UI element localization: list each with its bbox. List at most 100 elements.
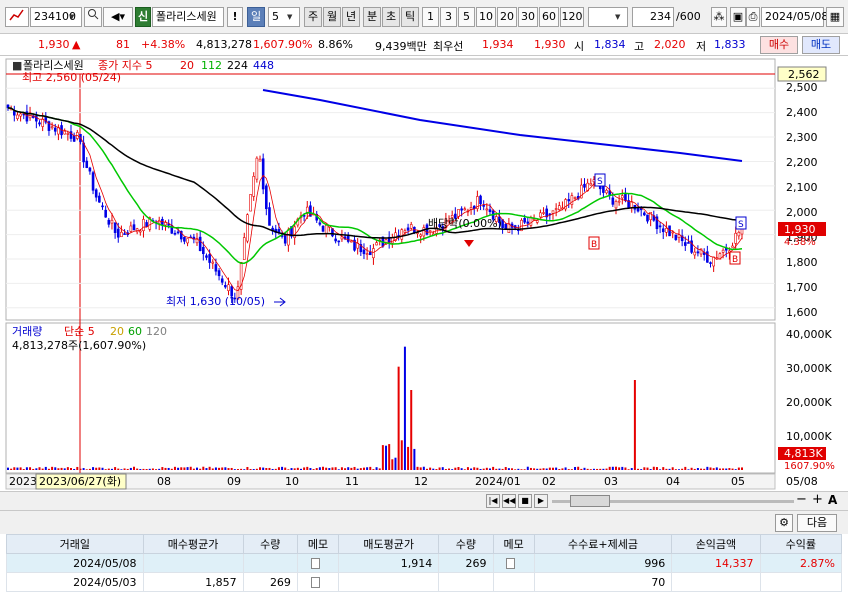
- sell-button[interactable]: 매도: [802, 36, 840, 54]
- tab-tick[interactable]: 틱: [401, 7, 419, 27]
- volume-bar: [196, 467, 199, 470]
- volume-bar: [432, 468, 435, 470]
- low-label: 저: [696, 40, 707, 53]
- gear-icon[interactable]: ⚙: [775, 514, 793, 532]
- chart-type-icon[interactable]: [5, 7, 29, 27]
- tab-weekly[interactable]: 주: [304, 7, 322, 27]
- col-header[interactable]: 수익률: [759, 534, 843, 554]
- zoom-out-icon[interactable]: −: [796, 492, 807, 507]
- first-icon[interactable]: |◀: [486, 494, 500, 508]
- price-change: 81: [116, 38, 130, 51]
- col-header[interactable]: 메모: [492, 534, 535, 554]
- cell-memo[interactable]: [296, 553, 340, 573]
- cell-memo[interactable]: [492, 553, 535, 573]
- vol-axis-label: 10,000K: [786, 430, 832, 443]
- volume-bar: [624, 467, 627, 470]
- calendar-icon[interactable]: ▦: [826, 7, 844, 27]
- interval-30[interactable]: 30: [518, 7, 538, 27]
- period-num-select[interactable]: 5 ▼: [268, 7, 300, 27]
- zoom-in-icon[interactable]: +: [812, 492, 823, 507]
- volume-bar: [564, 467, 567, 470]
- sound-icon[interactable]: ◀▾: [103, 7, 133, 27]
- date-input[interactable]: 2024/05/08: [761, 7, 828, 27]
- volume-bar: [403, 346, 406, 470]
- font-size-icon[interactable]: A: [828, 493, 837, 507]
- vol-ma20: 20: [110, 325, 124, 338]
- legend-toggle-icon[interactable]: ■: [12, 59, 22, 72]
- stock-name-field[interactable]: 폴라리스세원: [152, 7, 224, 27]
- candle-body: [617, 200, 621, 203]
- volume-bar: [142, 468, 145, 470]
- volume-bar: [536, 468, 539, 470]
- memo-icon[interactable]: [310, 558, 320, 569]
- interval-60[interactable]: 60: [539, 7, 559, 27]
- candle-body: [98, 195, 101, 203]
- volume-bar: [145, 469, 148, 470]
- print-icon[interactable]: ⎙: [746, 7, 760, 27]
- interval-1[interactable]: 1: [422, 7, 439, 27]
- axis-label: 1,800: [786, 256, 818, 269]
- rewind-icon[interactable]: ◀◀: [502, 494, 516, 508]
- memo-add-icon[interactable]: [506, 558, 516, 569]
- volume-bar: [82, 468, 85, 470]
- interval-20[interactable]: 20: [497, 7, 517, 27]
- chart-tools-icon[interactable]: ⁂: [711, 7, 727, 27]
- stock-chart[interactable]: ■ 폴라리스세원 종가 지수 5 20 112 224 448 최고 2,560…: [0, 57, 848, 493]
- table-row[interactable]: 2024/05/08 1,914 269 996 14,337 2.87%: [6, 553, 843, 573]
- col-header[interactable]: 손익금액: [671, 534, 761, 554]
- chart-canvas[interactable]: ■ 폴라리스세원 종가 지수 5 20 112 224 448 최고 2,560…: [0, 57, 848, 493]
- volume-bar: [460, 468, 463, 470]
- volume-bar: [435, 469, 438, 470]
- volume-bar: [633, 380, 636, 470]
- tab-monthly[interactable]: 월: [323, 7, 341, 27]
- interval-120[interactable]: 120: [560, 7, 584, 27]
- stock-code-input[interactable]: 234100 ▼: [30, 7, 82, 27]
- col-header[interactable]: 매도평균가: [338, 534, 440, 554]
- volume-bar: [466, 467, 469, 470]
- open-price: 1,834: [594, 38, 626, 51]
- interval-5[interactable]: 5: [458, 7, 475, 27]
- volume-bar: [596, 468, 599, 470]
- col-header[interactable]: 매수평균가: [142, 534, 244, 554]
- tab-second[interactable]: 초: [382, 7, 400, 27]
- tab-minute[interactable]: 분: [363, 7, 381, 27]
- cell-return: [759, 572, 843, 592]
- play-icon[interactable]: ▶: [534, 494, 548, 508]
- stop-icon[interactable]: ■: [518, 494, 532, 508]
- memo-add-icon[interactable]: [310, 577, 320, 588]
- count-input[interactable]: 234: [632, 7, 674, 27]
- candle-body: [620, 195, 624, 199]
- next-button[interactable]: 다음: [797, 514, 837, 532]
- interval-custom-select[interactable]: ▼: [588, 7, 628, 27]
- candle-body: [350, 240, 353, 243]
- col-header[interactable]: 수량: [242, 534, 298, 554]
- tab-daily[interactable]: 일: [247, 7, 265, 27]
- table-header-row: 거래일 매수평균가 수량 메모 매도평균가 수량 메모 수수료+제세금 손익금액…: [6, 534, 843, 554]
- volume-bar: [120, 469, 123, 470]
- svg-text:S: S: [597, 177, 603, 187]
- save-icon[interactable]: ▣: [730, 7, 746, 27]
- col-header[interactable]: 수량: [438, 534, 494, 554]
- volume-bar: [684, 466, 687, 470]
- cell-memo[interactable]: [296, 572, 340, 592]
- col-header[interactable]: 수수료+제세금: [533, 534, 673, 554]
- search-icon[interactable]: [84, 7, 102, 27]
- interval-3[interactable]: 3: [440, 7, 457, 27]
- candle-body: [324, 225, 328, 235]
- volume-bar: [712, 468, 715, 470]
- date-label: 05/08: [786, 475, 818, 488]
- table-row[interactable]: 2024/05/03 1,857 269 70: [6, 572, 843, 592]
- tab-yearly[interactable]: 년: [342, 7, 360, 27]
- col-header[interactable]: 거래일: [6, 534, 144, 554]
- volume-bar: [709, 467, 712, 470]
- buy-button[interactable]: 매수: [760, 36, 798, 54]
- interval-10[interactable]: 10: [476, 7, 496, 27]
- candle-body: [113, 222, 117, 233]
- volume-bar: [180, 467, 183, 470]
- candle-body: [186, 238, 189, 244]
- volume-bar: [44, 466, 47, 470]
- volume-bar: [425, 468, 428, 470]
- col-header[interactable]: 메모: [296, 534, 340, 554]
- warning-button[interactable]: !: [227, 7, 243, 27]
- scroll-thumb[interactable]: [570, 495, 610, 507]
